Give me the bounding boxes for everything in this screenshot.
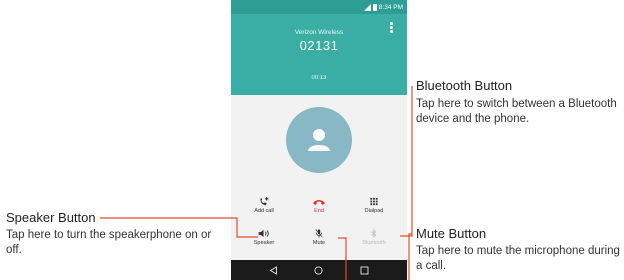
bluetooth-callout-title: Bluetooth Button (416, 78, 513, 93)
recent-apps-icon[interactable] (360, 266, 369, 275)
bluetooth-label: Bluetooth (362, 240, 386, 246)
add-call-label: Add call (254, 208, 274, 214)
person-icon (308, 129, 330, 151)
mute-leader-line (408, 233, 412, 280)
phone-screen: 8:34 PM Verizon Wireless 02131 00:13 Add… (231, 0, 407, 280)
home-icon[interactable] (314, 266, 323, 275)
mute-label: Mute (312, 240, 326, 246)
mute-button[interactable]: Mute (290, 229, 348, 246)
speaker-callout-description: Tap here to turn the speakerphone on or … (6, 229, 212, 256)
add-call-button[interactable]: Add call (235, 197, 293, 214)
speaker-callout-title: Speaker Button (6, 210, 96, 225)
speaker-icon (258, 229, 269, 238)
status-bar: 8:34 PM (231, 0, 407, 14)
call-timer: 00:13 (311, 75, 327, 81)
status-time: 8:34 PM (378, 3, 403, 11)
navigation-bar (231, 260, 407, 280)
phone-number: 02131 (299, 38, 339, 53)
add-call-icon (260, 197, 269, 206)
end-call-label: End (314, 208, 324, 214)
end-call-button[interactable]: End (290, 197, 348, 214)
signal-icon (363, 3, 371, 11)
bluetooth-icon (371, 229, 377, 238)
end-call-icon (313, 200, 325, 205)
mute-callout-description: Tap here to mute the microphone during a… (416, 245, 620, 272)
battery-icon (372, 3, 377, 11)
call-header: Verizon Wireless 02131 00:13 (231, 14, 407, 95)
dialpad-label: Dialpad (364, 208, 384, 214)
mute-callout-title: Mute Button (416, 226, 487, 241)
bluetooth-callout-description: Tap here to switch between a Bluetooth d… (416, 98, 617, 125)
dialpad-button[interactable]: Dialpad (345, 197, 403, 214)
speaker-label: Speaker (253, 240, 275, 246)
carrier-name: Verizon Wireless (294, 29, 344, 36)
mute-microphone-icon (315, 229, 323, 238)
bluetooth-button[interactable]: Bluetooth (345, 229, 403, 246)
contact-avatar (286, 107, 352, 173)
dialpad-icon (370, 197, 378, 206)
speaker-button[interactable]: Speaker (235, 229, 293, 246)
back-icon[interactable] (269, 265, 278, 275)
